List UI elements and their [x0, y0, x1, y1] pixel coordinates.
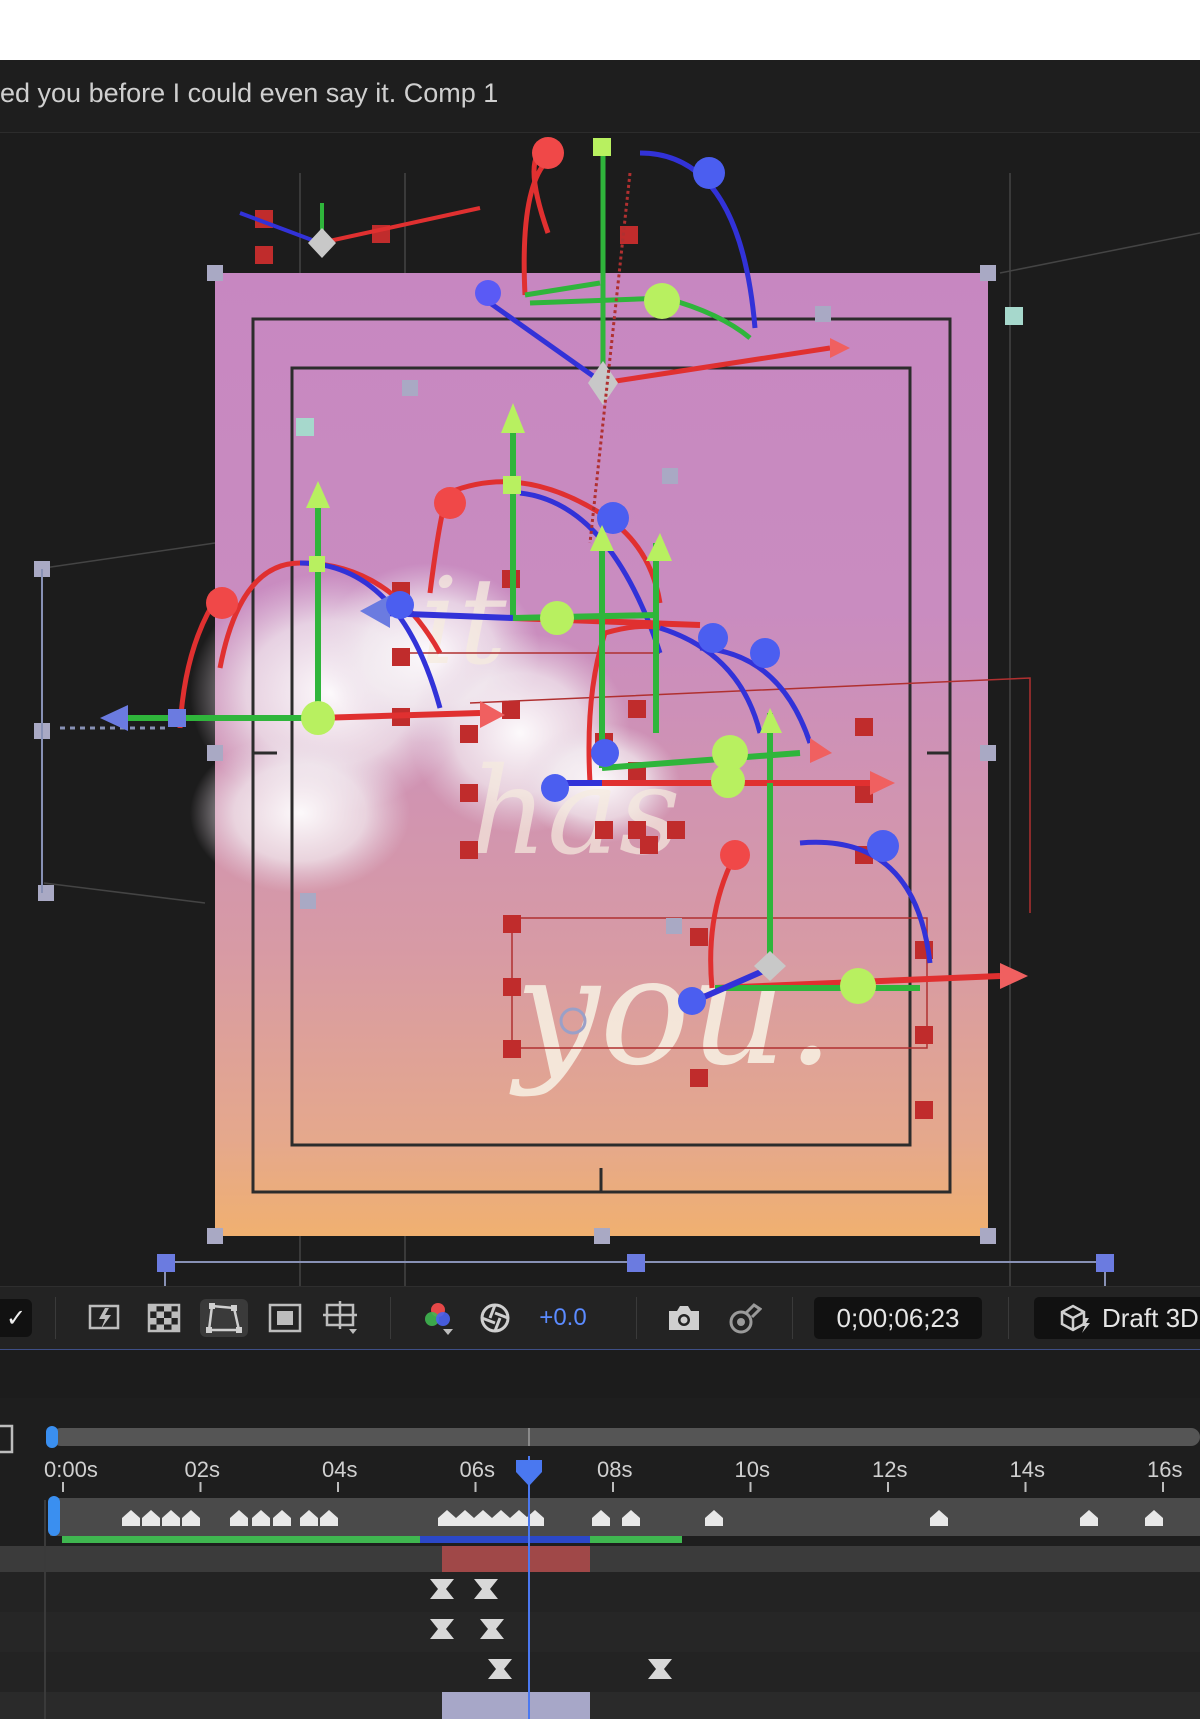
- draft-3d-icon: [1060, 1304, 1090, 1333]
- fast-previews-icon[interactable]: [85, 1299, 125, 1337]
- toolbar-divider: [792, 1297, 793, 1339]
- ruler-label: 12s: [872, 1457, 907, 1482]
- layer-in-point[interactable]: [48, 1496, 60, 1536]
- layer-bar-red[interactable]: [442, 1546, 590, 1572]
- toolbar-divider: [1008, 1297, 1009, 1339]
- viewer-toolbar: ✓ +0.0 0;00;06;23 Draft 3D: [0, 1286, 1200, 1351]
- ruler-label: 02s: [185, 1457, 220, 1482]
- renderer-label: Draft 3D: [1102, 1302, 1199, 1333]
- text-layer-you[interactable]: you.: [509, 925, 834, 1099]
- work-area-start-handle[interactable]: [46, 1426, 58, 1448]
- timeline-canvas[interactable]: 0:00s 02s 04s 06s 08s 10s 12s 14s 16s: [0, 1350, 1200, 1719]
- mask-path-visibility-icon[interactable]: [200, 1299, 248, 1337]
- toolbar-divider: [55, 1297, 56, 1339]
- snapshot-camera-icon[interactable]: [664, 1299, 704, 1337]
- toolbar-divider: [636, 1297, 637, 1339]
- layer-bar-lavender[interactable]: [442, 1692, 590, 1719]
- exposure-value[interactable]: +0.0: [533, 1299, 593, 1337]
- ruler-label: 16s: [1147, 1457, 1182, 1482]
- viewer-canvas[interactable]: it has you.: [0, 133, 1200, 1346]
- layer-track[interactable]: [0, 1692, 1200, 1719]
- transparency-grid-icon[interactable]: [144, 1299, 184, 1337]
- ruler-label: 08s: [597, 1457, 632, 1482]
- layer-track[interactable]: [0, 1546, 1200, 1572]
- region-of-interest-icon[interactable]: [265, 1299, 305, 1337]
- check-button[interactable]: ✓: [0, 1299, 32, 1337]
- after-effects-window: ed you before I could even say it. Comp …: [0, 60, 1200, 1719]
- layer-track[interactable]: [0, 1612, 1200, 1652]
- work-area-bar[interactable]: [52, 1428, 1200, 1446]
- ruler-label: 10s: [735, 1457, 770, 1482]
- layer-track[interactable]: [0, 1572, 1200, 1612]
- composition-viewer[interactable]: it has you.: [0, 133, 1200, 1346]
- rgb-channels-icon[interactable]: [418, 1299, 458, 1337]
- composition-panel-header: ed you before I could even say it. Comp …: [0, 60, 1200, 133]
- ruler-label: 0:00s: [44, 1457, 98, 1482]
- cached-frames-bar: [420, 1536, 590, 1543]
- current-time-display[interactable]: 0;00;06;23: [814, 1297, 982, 1339]
- renderer-dropdown[interactable]: Draft 3D: [1034, 1297, 1200, 1339]
- timeline-panel: 0:00s 02s 04s 06s 08s 10s 12s 14s 16s: [0, 1350, 1200, 1719]
- grid-guides-icon[interactable]: [320, 1299, 362, 1337]
- ruler-label: 06s: [460, 1457, 495, 1482]
- ruler-label: 04s: [322, 1457, 357, 1482]
- toolbar-divider: [390, 1297, 391, 1339]
- show-snapshot-icon[interactable]: [722, 1299, 764, 1337]
- ruler-label: 14s: [1010, 1457, 1045, 1482]
- composition-title: ed you before I could even say it. Comp …: [0, 78, 499, 108]
- exposure-reset-icon[interactable]: [475, 1299, 515, 1337]
- layer-track[interactable]: [0, 1652, 1200, 1692]
